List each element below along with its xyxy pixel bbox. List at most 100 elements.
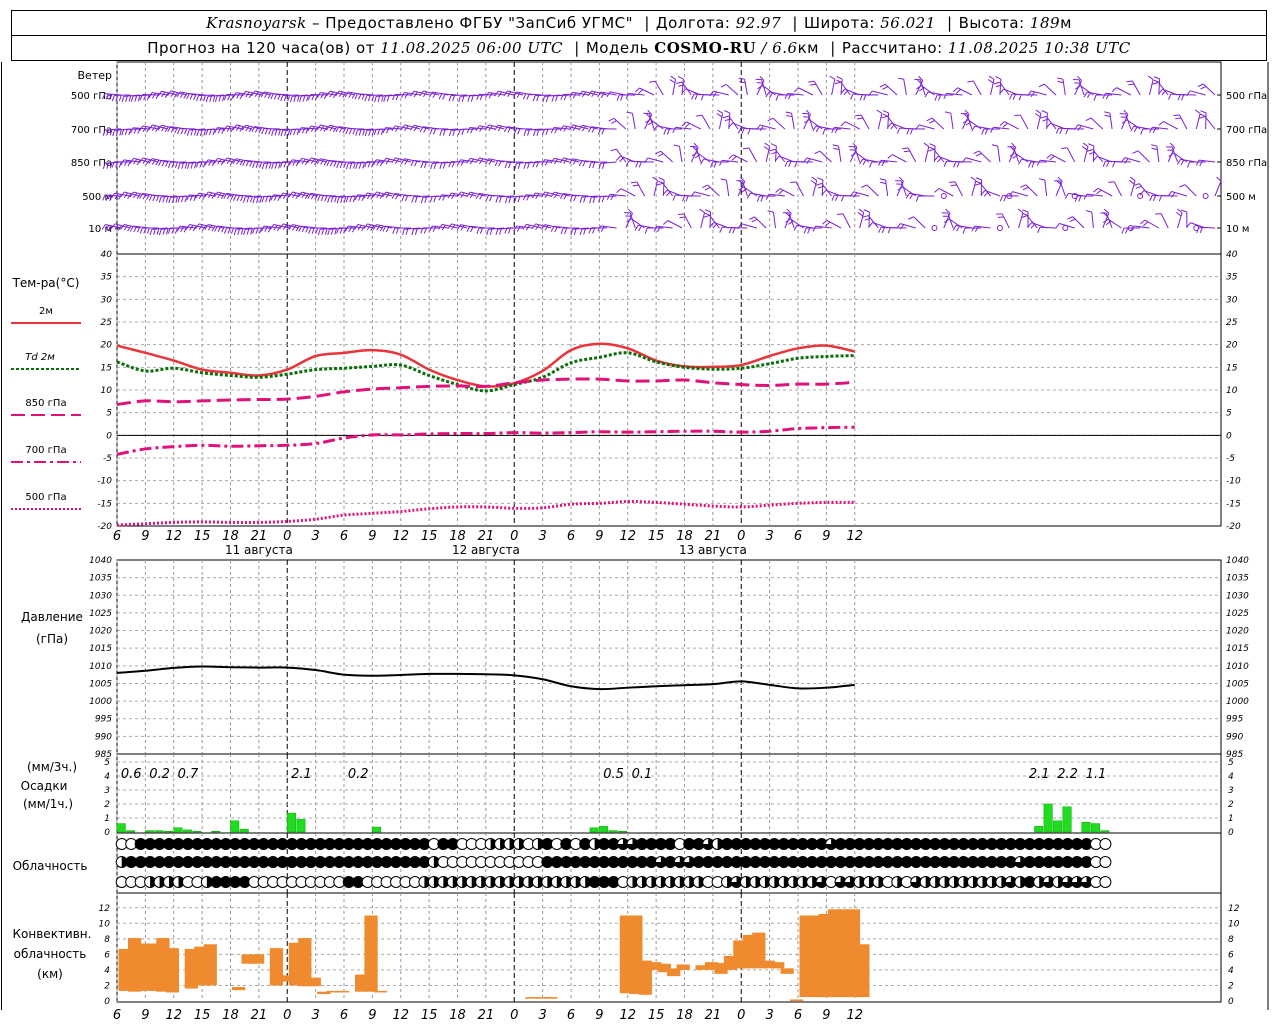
wind-level-label-right: 700 гПа <box>1226 125 1267 136</box>
wind-barb-icon <box>259 196 263 203</box>
wind-barb-icon <box>433 162 437 169</box>
wind-barb-icon <box>168 197 171 204</box>
wind-barb-icon <box>938 94 942 101</box>
wind-barb-icon <box>831 127 835 133</box>
precip-tick-left: 5 <box>104 758 110 768</box>
precip-tick-right: 0 <box>1228 828 1234 838</box>
conv-bar <box>856 944 870 998</box>
wind-barb-icon <box>367 95 371 102</box>
temp-tick-left: -5 <box>103 454 112 464</box>
wind-barb-icon <box>165 228 169 235</box>
hour-tick-label-bottom: 12 <box>165 1008 182 1023</box>
wind-barb-icon <box>280 130 284 137</box>
wind-barb-icon <box>442 129 446 136</box>
wind-barb-icon <box>111 95 115 102</box>
wind-barb-icon <box>1199 160 1203 167</box>
wind-barb-icon <box>1200 113 1207 117</box>
precip-bar <box>608 830 618 833</box>
wind-barb-icon <box>1190 90 1206 96</box>
wind-barb-icon <box>1004 121 1019 130</box>
precip-bar <box>145 830 155 833</box>
calm-wind-icon <box>1202 193 1209 199</box>
wind-barb-icon <box>479 227 483 234</box>
wind-barb-icon <box>691 93 695 100</box>
wind-barb-icon <box>527 129 530 136</box>
hour-tick-label-bottom: 15 <box>421 1008 438 1023</box>
wind-barb-icon <box>438 93 443 100</box>
wind-barb-icon <box>728 115 739 130</box>
conv-tick-right: 6 <box>1228 950 1234 960</box>
wind-barb-icon <box>1059 180 1066 197</box>
cloud-cover-icon <box>1099 838 1112 850</box>
temp-tick-left: 35 <box>101 273 113 283</box>
wind-barb-icon <box>909 128 914 135</box>
wind-barb-icon <box>516 226 521 232</box>
wind-barb-icon <box>218 95 222 102</box>
wind-barb-icon <box>974 183 981 186</box>
wind-barb-icon <box>1199 227 1203 234</box>
precip-bar <box>239 828 249 833</box>
wind-barb-icon <box>878 227 882 233</box>
precip-unit-1h: (мм/1ч.) <box>23 797 73 811</box>
temp-tick-left: -20 <box>97 522 112 532</box>
wind-barb-icon <box>725 84 739 96</box>
wind-barb-icon <box>732 227 736 234</box>
wind-barb-icon <box>988 75 995 80</box>
cloud-title: Облачность <box>13 859 88 873</box>
wind-barb-icon <box>1112 161 1116 168</box>
wind-barb-icon <box>1168 93 1172 100</box>
wind-barb-icon <box>261 163 265 170</box>
wind-barb-icon <box>461 129 465 136</box>
hour-tick-label: 9 <box>822 529 830 544</box>
temp-tick-right: 10 <box>1226 386 1238 396</box>
wind-barb-icon <box>125 95 128 102</box>
hour-tick-label: 21 <box>478 529 495 544</box>
wind-barb-icon <box>620 94 624 101</box>
wind-barb-icon <box>208 129 212 136</box>
wind-barb-icon <box>679 216 686 219</box>
wind-barb-icon <box>751 218 758 223</box>
wind-barb-icon <box>1009 93 1013 100</box>
wind-barb-icon <box>767 117 774 122</box>
wind-barb-icon <box>137 95 141 102</box>
wind-barb-icon <box>1061 147 1068 150</box>
wind-barb-icon <box>967 80 974 83</box>
precip-bar <box>296 819 306 833</box>
wind-barb-icon <box>1199 116 1206 119</box>
wind-barb-icon <box>179 127 196 130</box>
wind-barb-icon <box>264 226 269 233</box>
wind-barb-icon <box>775 188 781 193</box>
wind-barb-icon <box>918 124 935 130</box>
wind-barb-icon <box>991 144 998 147</box>
wind-barb-icon <box>616 94 620 101</box>
wind-barb-icon <box>890 124 896 130</box>
wind-barb-icon <box>795 181 804 197</box>
wind-barb-icon <box>1137 150 1150 163</box>
wind-barb-icon <box>601 128 605 135</box>
wind-barb-icon <box>348 195 365 198</box>
wind-barb-icon <box>317 195 321 202</box>
hour-tick-label: 0 <box>510 529 518 544</box>
wind-barb-icon <box>666 128 670 135</box>
wind-barb-icon <box>774 148 786 163</box>
wind-barb-icon <box>759 125 764 132</box>
wind-barb-icon <box>765 194 770 200</box>
conv-tick-left: 8 <box>104 935 110 945</box>
wind-barb-icon <box>1103 111 1111 114</box>
wind-barb-icon <box>806 158 811 164</box>
wind-barb-icon <box>999 121 1005 126</box>
wind-barb-icon <box>152 195 156 202</box>
wind-barb-icon <box>866 184 879 197</box>
wind-barb-icon <box>1109 113 1113 130</box>
wind-barb-icon <box>121 129 125 136</box>
wind-barb-icon <box>334 196 337 203</box>
wind-barb-icon <box>952 87 958 93</box>
wind-barb-icon <box>862 215 869 218</box>
wind-barb-icon <box>1177 94 1181 101</box>
wind-barb-icon <box>615 155 621 161</box>
hour-tick-label-bottom: 18 <box>449 1008 466 1023</box>
temp-tick-right: 15 <box>1226 363 1238 373</box>
wind-barb-icon <box>832 144 839 147</box>
wind-barb-icon <box>379 225 384 232</box>
wind-barb-icon <box>885 180 889 197</box>
